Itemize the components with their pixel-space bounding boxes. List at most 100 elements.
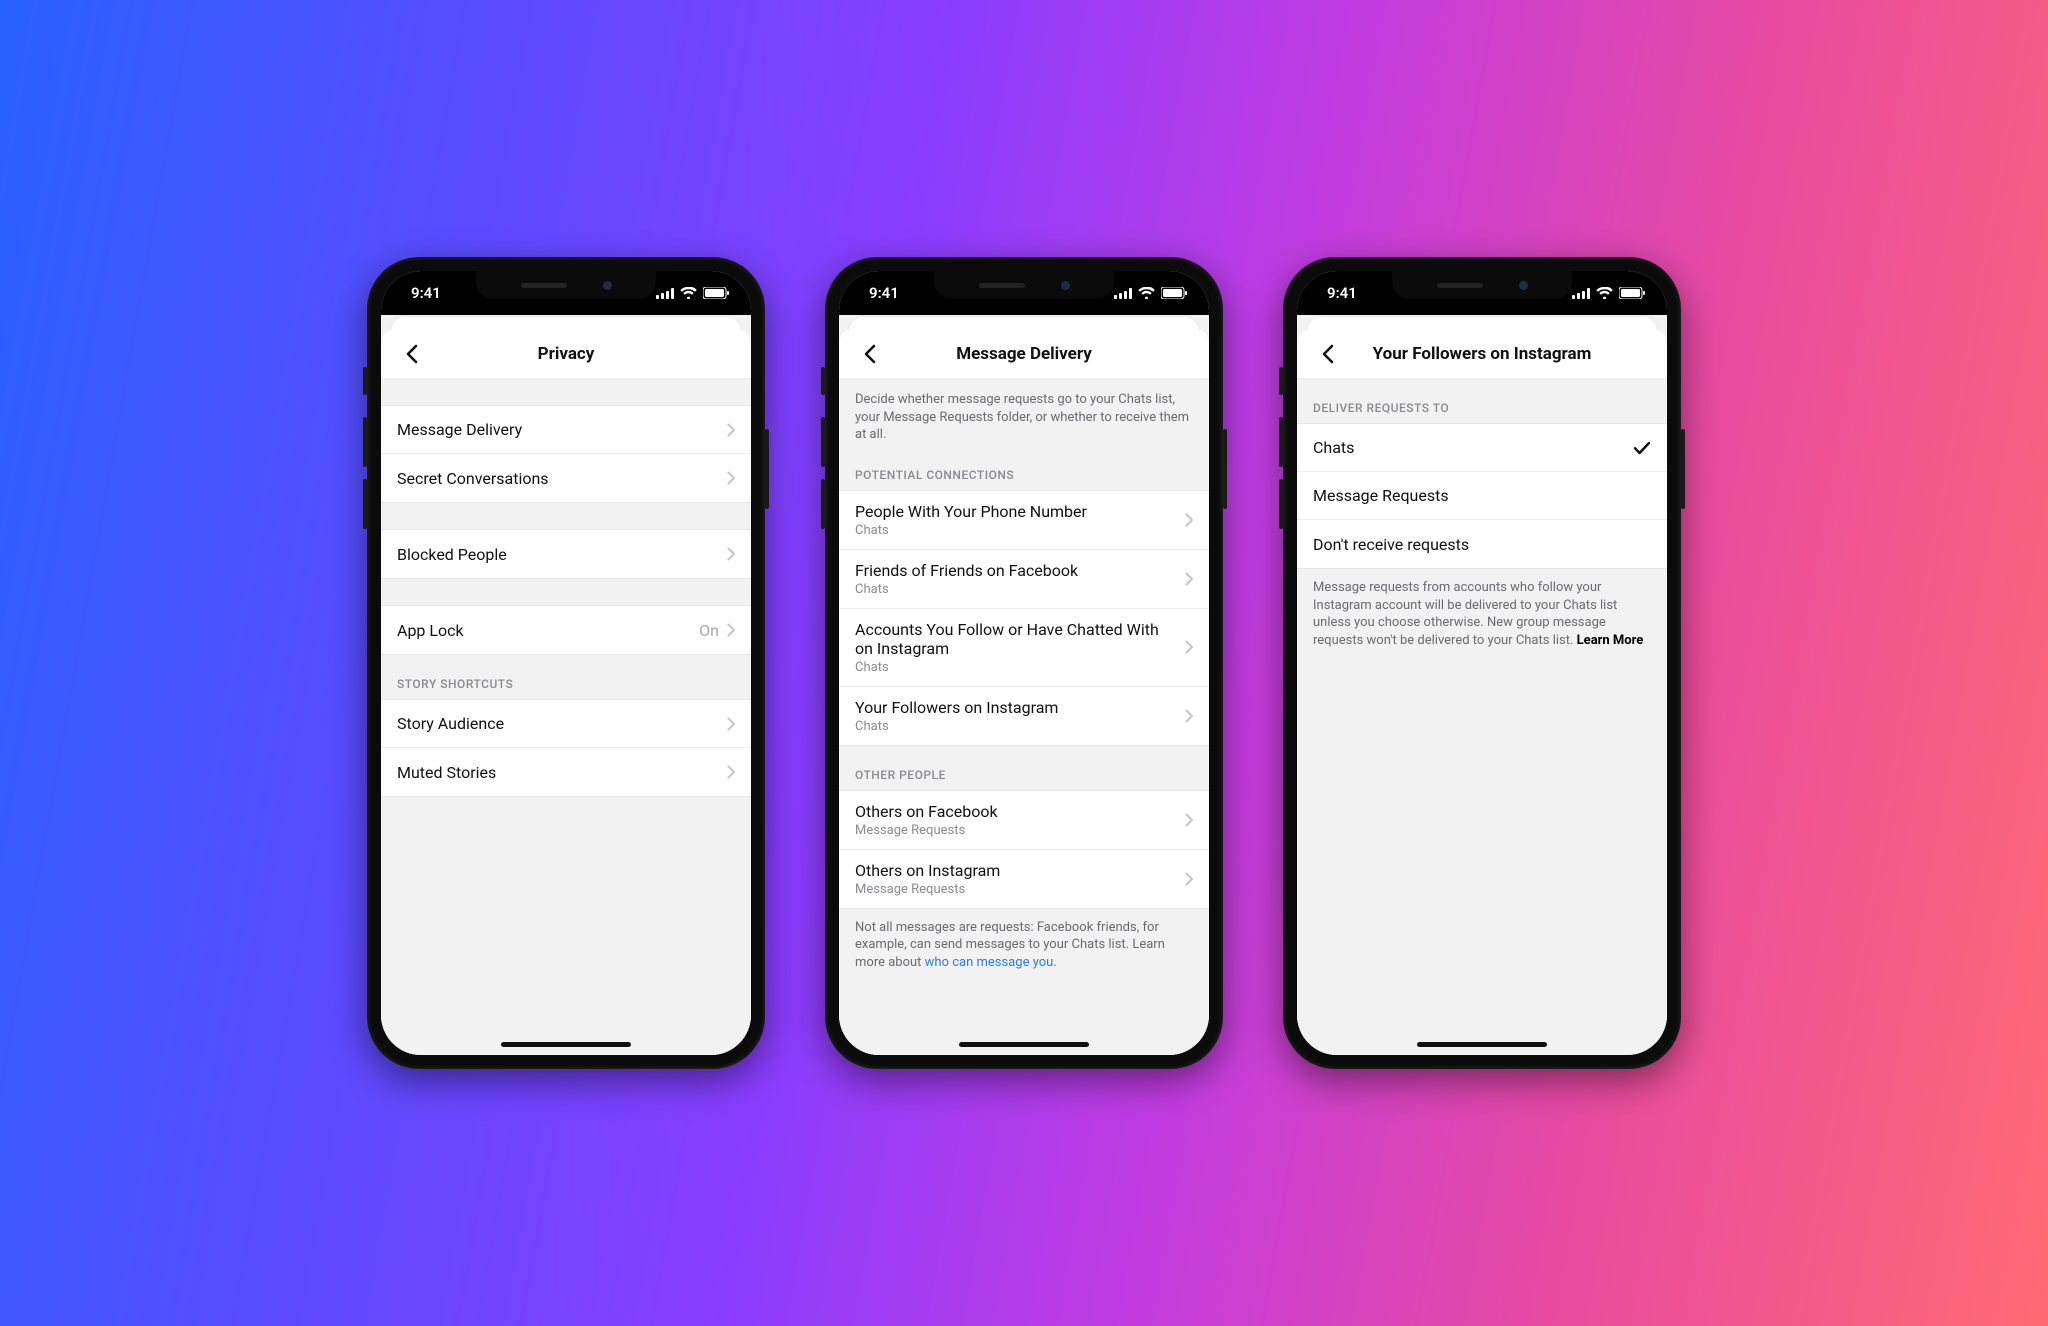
row-your-followers[interactable]: Your Followers on Instagram Chats	[839, 687, 1209, 745]
volume-down	[363, 479, 367, 529]
chevron-right-icon	[727, 423, 735, 437]
option-dont-receive[interactable]: Don't receive requests	[1297, 520, 1667, 568]
battery-icon	[1161, 287, 1187, 299]
volume-down	[821, 479, 825, 529]
home-indicator[interactable]	[1417, 1042, 1547, 1047]
power-button	[1681, 429, 1685, 509]
who-can-message-link[interactable]: who can message you	[925, 955, 1054, 970]
notch	[1392, 271, 1572, 299]
row-sub: Chats	[855, 523, 1087, 538]
phone-privacy: 9:41 Privacy Message Delivery	[367, 257, 765, 1069]
section-header-deliver-requests: Deliver Requests To	[1297, 379, 1667, 423]
power-button	[1223, 429, 1227, 509]
wifi-icon	[1138, 287, 1155, 299]
chevron-right-icon	[727, 471, 735, 485]
back-button[interactable]	[849, 329, 889, 378]
row-label: Muted Stories	[397, 763, 496, 782]
learn-more-link[interactable]: Learn More	[1577, 633, 1644, 648]
row-label: Accounts You Follow or Have Chatted With…	[855, 620, 1175, 658]
phone-your-followers: 9:41 Your Followers on Instagram Deliver…	[1283, 257, 1681, 1069]
chevron-right-icon	[727, 717, 735, 731]
row-value: On	[699, 621, 719, 640]
row-muted-stories[interactable]: Muted Stories	[381, 748, 751, 796]
section-header-potential-connections: Potential Connections	[839, 458, 1209, 490]
status-icons	[656, 287, 729, 299]
status-time: 9:41	[869, 284, 899, 302]
footer-post: .	[1053, 955, 1056, 970]
row-others-instagram[interactable]: Others on Instagram Message Requests	[839, 850, 1209, 908]
battery-icon	[1619, 287, 1645, 299]
row-app-lock[interactable]: App Lock On	[381, 606, 751, 654]
option-label: Don't receive requests	[1313, 535, 1469, 554]
chevron-right-icon	[727, 547, 735, 561]
row-story-audience[interactable]: Story Audience	[381, 700, 751, 748]
row-label: People With Your Phone Number	[855, 502, 1087, 521]
row-secret-conversations[interactable]: Secret Conversations	[381, 454, 751, 502]
row-message-delivery[interactable]: Message Delivery	[381, 406, 751, 454]
status-icons	[1572, 287, 1645, 299]
section-header-story-shortcuts: Story Shortcuts	[381, 655, 751, 699]
mute-switch	[363, 367, 367, 395]
row-accounts-you-follow[interactable]: Accounts You Follow or Have Chatted With…	[839, 609, 1209, 687]
navbar: Your Followers on Instagram	[1297, 329, 1667, 379]
option-chats[interactable]: Chats	[1297, 424, 1667, 472]
chevron-right-icon	[1185, 872, 1193, 886]
cellular-icon	[656, 288, 674, 299]
chevron-right-icon	[1185, 813, 1193, 827]
back-button[interactable]	[1307, 329, 1347, 378]
page-title: Your Followers on Instagram	[1373, 344, 1592, 364]
row-label: Friends of Friends on Facebook	[855, 561, 1078, 580]
chevron-right-icon	[727, 623, 735, 637]
option-label: Message Requests	[1313, 486, 1449, 505]
chevron-right-icon	[1185, 709, 1193, 723]
page-title: Privacy	[538, 344, 595, 364]
battery-icon	[703, 287, 729, 299]
row-label: App Lock	[397, 621, 464, 640]
footer-text: Message requests from accounts who follo…	[1297, 569, 1667, 663]
navbar: Message Delivery	[839, 329, 1209, 379]
chevron-left-icon	[1321, 344, 1334, 364]
row-phone-number[interactable]: People With Your Phone Number Chats	[839, 491, 1209, 550]
volume-up	[1279, 417, 1283, 467]
notch	[934, 271, 1114, 299]
home-indicator[interactable]	[501, 1042, 631, 1047]
row-label: Secret Conversations	[397, 469, 549, 488]
chevron-right-icon	[727, 765, 735, 779]
power-button	[765, 429, 769, 509]
back-button[interactable]	[391, 329, 431, 378]
intro-text: Decide whether message requests go to yo…	[839, 379, 1209, 458]
check-icon	[1633, 441, 1651, 455]
row-label: Your Followers on Instagram	[855, 698, 1058, 717]
row-label: Story Audience	[397, 714, 504, 733]
option-message-requests[interactable]: Message Requests	[1297, 472, 1667, 520]
chevron-right-icon	[1185, 513, 1193, 527]
status-time: 9:41	[411, 284, 441, 302]
row-sub: Chats	[855, 719, 1058, 734]
option-label: Chats	[1313, 438, 1354, 457]
mute-switch	[821, 367, 825, 395]
row-label: Others on Facebook	[855, 802, 998, 821]
chevron-right-icon	[1185, 572, 1193, 586]
notch	[476, 271, 656, 299]
home-indicator[interactable]	[959, 1042, 1089, 1047]
row-friends-of-friends[interactable]: Friends of Friends on Facebook Chats	[839, 550, 1209, 609]
row-label: Others on Instagram	[855, 861, 1000, 880]
volume-up	[821, 417, 825, 467]
row-label: Blocked People	[397, 545, 507, 564]
chevron-right-icon	[1185, 640, 1193, 654]
row-blocked-people[interactable]: Blocked People	[381, 530, 751, 578]
volume-down	[1279, 479, 1283, 529]
row-others-facebook[interactable]: Others on Facebook Message Requests	[839, 791, 1209, 850]
phone-message-delivery: 9:41 Message Delivery Decide whether mes…	[825, 257, 1223, 1069]
footer-body: Message requests from accounts who follo…	[1313, 580, 1617, 648]
mute-switch	[1279, 367, 1283, 395]
footer-text: Not all messages are requests: Facebook …	[839, 909, 1209, 986]
cellular-icon	[1114, 288, 1132, 299]
cellular-icon	[1572, 288, 1590, 299]
wifi-icon	[680, 287, 697, 299]
page-title: Message Delivery	[956, 344, 1092, 364]
row-sub: Message Requests	[855, 823, 998, 838]
row-sub: Chats	[855, 582, 1078, 597]
row-label: Message Delivery	[397, 420, 522, 439]
row-sub: Chats	[855, 660, 1175, 675]
